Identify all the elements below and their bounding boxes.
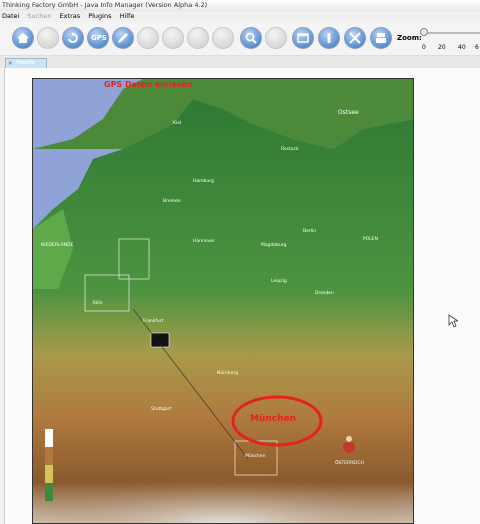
disabled-button-2[interactable]: [137, 27, 159, 49]
zoom-slider-track[interactable]: [424, 32, 480, 34]
city-label: Berlin: [303, 229, 317, 234]
city-label: Rostock: [281, 147, 299, 152]
country-label: ÖSTERREICH: [335, 461, 364, 466]
menu-extras[interactable]: Extras: [58, 11, 83, 22]
menu-plugins[interactable]: Plugins: [86, 11, 113, 22]
city-label: München: [245, 454, 266, 459]
pencil-button[interactable]: [112, 27, 134, 49]
menu-hilfe[interactable]: Hilfe: [118, 11, 137, 22]
tools-icon: [349, 32, 361, 44]
tab-label: Tabelle: [16, 60, 36, 66]
zoom-tick: 40: [458, 44, 466, 51]
zoom-tick: 0: [422, 44, 426, 51]
water-label: Ostsee: [338, 109, 359, 116]
menu-suchen[interactable]: Suchen: [25, 11, 53, 22]
zoom-tick: 20: [438, 44, 446, 51]
disabled-button-3[interactable]: [162, 27, 184, 49]
tab-tabelle[interactable]: ✕ Tabelle: [5, 58, 47, 68]
home-button[interactable]: [12, 27, 34, 49]
tools-button[interactable]: [344, 27, 366, 49]
city-label: Hannover: [193, 239, 215, 244]
city-label: Kiel: [173, 121, 182, 126]
zoom-slider-thumb[interactable]: [420, 28, 428, 36]
window-button[interactable]: [292, 27, 314, 49]
window-title: Thinking Factory GmbH - Java Info Manage…: [0, 0, 480, 11]
city-label: Dresden: [315, 291, 334, 296]
city-label: Bremen: [163, 199, 181, 204]
city-label: Hamburg: [193, 179, 214, 184]
zoom-label: Zoom:: [397, 34, 422, 42]
city-label: Magdeburg: [261, 243, 287, 248]
home-icon: [17, 33, 29, 43]
disabled-button-6[interactable]: [265, 27, 287, 49]
gps-icon: GPS: [91, 34, 107, 42]
info-icon: [327, 33, 331, 43]
info-button[interactable]: [318, 27, 340, 49]
disabled-button-1[interactable]: [37, 27, 59, 49]
city-label: Stuttgart: [151, 407, 172, 412]
zoom-tick: 6: [475, 44, 479, 51]
gps-import-button[interactable]: GPS: [87, 27, 109, 49]
mouse-cursor-icon: [448, 314, 458, 328]
munich-annotation-label: München: [250, 414, 297, 424]
window-icon: [297, 33, 309, 43]
refresh-icon: [68, 32, 78, 43]
disabled-button-4[interactable]: [187, 27, 209, 49]
pencil-icon: [118, 33, 128, 43]
menu-datei[interactable]: Datei: [0, 11, 21, 22]
germany-map[interactable]: Ostsee NIEDERLANDE POLEN ÖSTERREICH Hamb…: [32, 78, 414, 524]
menu-bar: Datei Suchen Extras Plugins Hilfe: [0, 11, 480, 22]
city-label: Nürnberg: [217, 371, 239, 376]
city-label: Leipzig: [271, 279, 287, 284]
refresh-button[interactable]: [62, 27, 84, 49]
print-icon: [376, 33, 386, 43]
country-label: POLEN: [363, 237, 378, 242]
disabled-button-5[interactable]: [212, 27, 234, 49]
print-button[interactable]: [370, 27, 392, 49]
city-label: Köln: [93, 301, 103, 306]
country-label: NIEDERLANDE: [41, 243, 74, 248]
tab-strip: ✕ Tabelle: [0, 56, 480, 68]
search-icon: [245, 32, 257, 44]
city-label: Frankfurt: [143, 319, 164, 324]
terrain-map: [33, 79, 413, 523]
search-button[interactable]: [240, 27, 262, 49]
gps-annotation-label: GPS Daten einlesen: [104, 80, 193, 89]
